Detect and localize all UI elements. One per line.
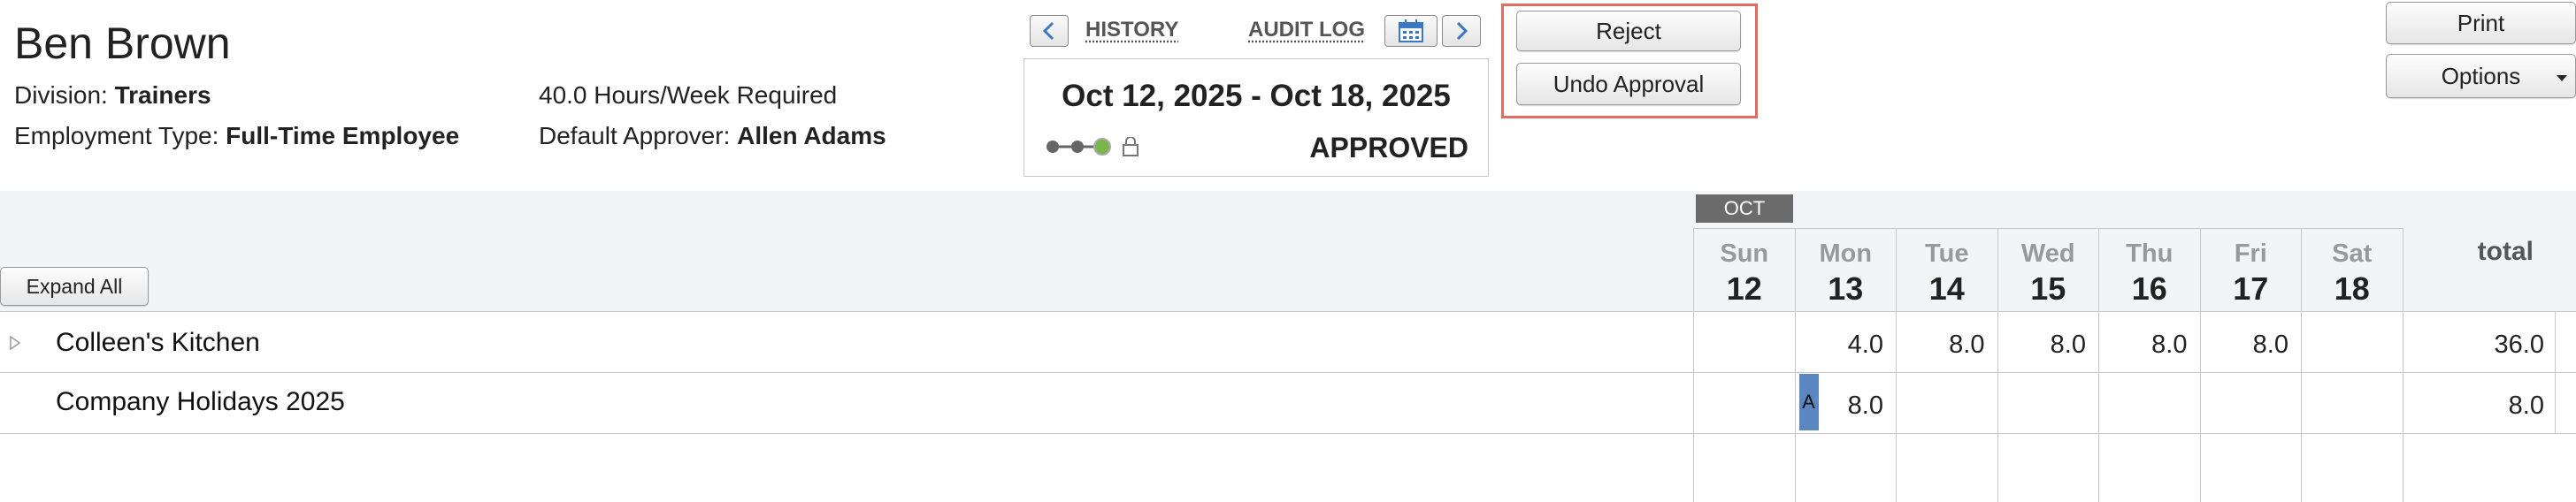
calendar-icon: [1399, 19, 1423, 42]
column-divider: [2402, 228, 2404, 311]
lock-icon: [1123, 137, 1138, 156]
day-name: Mon: [1819, 240, 1873, 268]
month-label: OCT: [1696, 194, 1793, 223]
day-number: 18: [2334, 270, 2370, 307]
day-number: 17: [2233, 270, 2269, 307]
prev-period-button[interactable]: [1030, 15, 1069, 47]
column-divider: [2555, 311, 2556, 433]
day-header-mon: Mon 13: [1794, 228, 1896, 311]
row-total: 36.0: [2494, 331, 2544, 359]
print-button[interactable]: Print: [2386, 2, 2576, 44]
day-number: 12: [1726, 270, 1762, 307]
table-row-empty: [0, 433, 2576, 502]
total-header: total: [2477, 237, 2534, 266]
column-divider: [1693, 228, 1694, 502]
approval-progress: [1046, 137, 1138, 156]
chevron-right-icon: [1456, 21, 1468, 41]
employment-type-info: Employment Type: Full-Time Employee: [14, 122, 459, 150]
division-info: Division: Trainers: [14, 81, 211, 110]
day-name: Tue: [1925, 240, 1969, 268]
hours-cell[interactable]: 8.0: [1997, 331, 2086, 360]
table-row-1[interactable]: Company Holidays 2025: [0, 372, 2576, 433]
day-number: 15: [2030, 270, 2066, 307]
division-label: Division:: [14, 81, 108, 109]
day-header-tue: Tue 14: [1896, 228, 1997, 311]
day-name: Sat: [2332, 240, 2373, 268]
employment-type-value: Full-Time Employee: [226, 122, 460, 149]
row-total: 8.0: [2508, 392, 2544, 420]
history-link[interactable]: HISTORY: [1085, 18, 1178, 42]
day-name: Wed: [2020, 240, 2075, 268]
undo-approval-button[interactable]: Undo Approval: [1516, 63, 1741, 105]
employment-type-label: Employment Type:: [14, 122, 219, 149]
period-dates: Oct 12, 2025 - Oct 18, 2025: [1062, 79, 1451, 113]
row-label: Company Holidays 2025: [56, 387, 345, 416]
day-header-sun: Sun 12: [1693, 228, 1795, 311]
options-label: Options: [2441, 62, 2521, 89]
day-number: 13: [1828, 270, 1864, 307]
column-divider: [2301, 311, 2302, 502]
day-name: Thu: [2126, 240, 2174, 268]
day-number: 14: [1928, 270, 1965, 307]
expand-all-button[interactable]: Expand All: [0, 267, 149, 306]
day-header-wed: Wed 15: [1997, 228, 2098, 311]
division-value: Trainers: [114, 81, 211, 109]
day-header-thu: Thu 16: [2098, 228, 2200, 311]
approver-label: Default Approver:: [539, 122, 731, 149]
expand-row-icon[interactable]: [9, 335, 21, 351]
status-badge: APPROVED: [1309, 132, 1468, 164]
employee-name: Ben Brown: [14, 19, 231, 68]
chevron-left-icon: [1042, 21, 1054, 41]
row-label: Colleen's Kitchen: [56, 328, 260, 357]
day-header-sat: Sat 18: [2301, 228, 2403, 311]
caret-down-icon: [2557, 75, 2567, 81]
approver-value: Allen Adams: [737, 122, 886, 149]
day-header-fri: Fri 17: [2199, 228, 2301, 311]
calendar-button[interactable]: [1384, 15, 1438, 47]
next-period-button[interactable]: [1442, 15, 1481, 47]
hours-cell[interactable]: 8.0: [2098, 331, 2187, 360]
period-summary: Oct 12, 2025 - Oct 18, 2025 APPROVED: [1024, 58, 1489, 177]
day-number: 16: [2131, 270, 2167, 307]
approver-info: Default Approver: Allen Adams: [539, 122, 886, 150]
audit-log-link[interactable]: AUDIT LOG: [1248, 18, 1365, 42]
approval-marker: A: [1798, 374, 1819, 430]
reject-button[interactable]: Reject: [1516, 11, 1741, 51]
table-row-0[interactable]: Colleen's Kitchen: [0, 311, 2576, 372]
hours-cell[interactable]: 8.0: [2200, 331, 2288, 360]
hours-required: 40.0 Hours/Week Required: [539, 81, 838, 109]
hours-cell[interactable]: 8.0: [1896, 331, 1984, 360]
column-divider: [2402, 311, 2404, 502]
day-name: Fri: [2234, 240, 2267, 268]
day-name: Sun: [1720, 240, 1769, 268]
hours-cell[interactable]: 4.0: [1795, 331, 1883, 360]
options-button[interactable]: Options: [2386, 54, 2576, 98]
